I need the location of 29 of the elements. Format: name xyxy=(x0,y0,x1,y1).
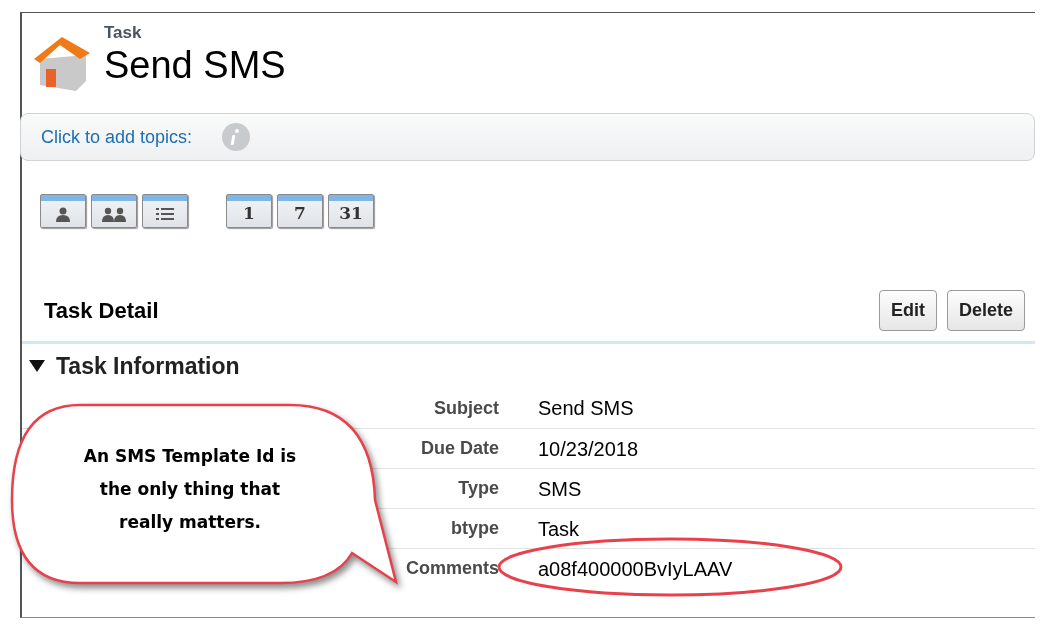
list-view-button[interactable] xyxy=(142,194,188,228)
field-label: Comments xyxy=(406,558,499,578)
field-value: Send SMS xyxy=(538,397,634,419)
subsection-title: Task Information xyxy=(56,351,240,381)
field-value: 10/23/2018 xyxy=(538,437,639,460)
delete-button[interactable]: Delete xyxy=(946,290,1025,331)
add-topics-link[interactable]: Click to add topics: xyxy=(41,123,193,151)
info-icon xyxy=(222,123,251,151)
field-label: Type xyxy=(458,478,499,498)
person-icon xyxy=(55,206,71,222)
object-type: Task xyxy=(104,23,143,43)
collapse-toggle-icon[interactable] xyxy=(28,359,46,373)
record-title: Send SMS xyxy=(104,43,286,87)
group-view-button[interactable] xyxy=(91,194,137,228)
field-value: Task xyxy=(538,517,580,540)
single-view-button[interactable] xyxy=(40,194,86,228)
calendar-view-button[interactable]: 7 xyxy=(277,194,323,228)
field-label: btype xyxy=(451,518,499,538)
people-icon xyxy=(101,206,127,222)
callout-text: An SMS Template Id is the only thing that really matters. xyxy=(83,446,297,532)
calendar-view-button[interactable]: 1 xyxy=(226,194,272,228)
edit-button[interactable]: Edit xyxy=(878,290,937,331)
calendar-view-button[interactable]: 31 xyxy=(328,194,374,228)
list-icon xyxy=(155,207,175,221)
section-title: Task Detail xyxy=(44,297,159,325)
field-value: SMS xyxy=(538,477,582,500)
field-value: a08f400000BvIyLAAV xyxy=(538,557,733,580)
field-label: Due Date xyxy=(420,438,499,458)
field-label: Subject xyxy=(434,397,499,418)
